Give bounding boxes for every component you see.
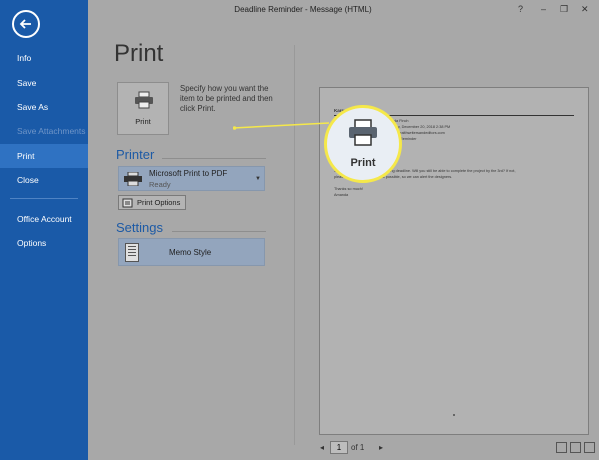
- nav-save-attachments: Save Attachments: [17, 126, 86, 136]
- prev-page-button[interactable]: ◂: [320, 443, 324, 452]
- print-options-label: Print Options: [137, 198, 181, 207]
- actual-size-icon[interactable]: [556, 442, 567, 453]
- print-options-button[interactable]: Print Options: [118, 195, 186, 210]
- next-page-button[interactable]: ▸: [379, 443, 383, 452]
- page-number-input[interactable]: 1: [330, 441, 348, 454]
- page-title: Print: [114, 40, 164, 67]
- print-options-icon: [122, 198, 133, 208]
- printer-icon: [349, 119, 377, 146]
- back-arrow-icon: [19, 19, 31, 29]
- chevron-down-icon: ▼: [255, 176, 261, 182]
- nav-save-as[interactable]: Save As: [0, 95, 88, 119]
- print-callout: Print: [324, 105, 402, 183]
- memo-style-icon: [125, 243, 139, 262]
- nav-office-account[interactable]: Office Account: [0, 207, 88, 231]
- minimize-button[interactable]: –: [541, 4, 546, 14]
- nav-close[interactable]: Close: [0, 168, 88, 192]
- printer-heading-rule: [162, 158, 266, 159]
- nav-save[interactable]: Save: [0, 71, 88, 95]
- printer-icon: [135, 91, 153, 109]
- memo-style-label: Memo Style: [169, 248, 212, 257]
- multiple-pages-icon[interactable]: [584, 442, 595, 453]
- help-button[interactable]: ?: [518, 4, 523, 14]
- window-title: Deadline Reminder - Message (HTML): [234, 5, 372, 14]
- settings-heading-rule: [172, 231, 266, 232]
- callout-pointer: [233, 122, 329, 130]
- memo-style-dropdown[interactable]: Memo Style: [118, 238, 265, 266]
- print-button-label: Print: [135, 117, 151, 126]
- print-button[interactable]: Print: [117, 82, 169, 135]
- settings-heading: Settings: [116, 220, 163, 235]
- print-backstage: Deadline Reminder - Message (HTML) ? – ❐…: [88, 0, 599, 460]
- callout-label: Print: [350, 157, 376, 169]
- title-bar: Deadline Reminder - Message (HTML) ? – ❐…: [88, 0, 599, 22]
- preview-body-line: Thanks so much!: [334, 187, 363, 191]
- printer-name: Microsoft Print to PDF: [149, 169, 228, 178]
- back-button[interactable]: [12, 10, 40, 38]
- sidebar-divider: [10, 198, 78, 199]
- nav-info[interactable]: Info: [0, 46, 88, 70]
- printer-dropdown[interactable]: Microsoft Print to PDF Ready ▼: [118, 166, 265, 191]
- page-count: of 1: [351, 443, 365, 452]
- page-marker: [453, 414, 455, 416]
- printer-status: Ready: [149, 180, 171, 189]
- restore-button[interactable]: ❐: [560, 4, 568, 15]
- preview-body-line: Amanda: [334, 193, 349, 197]
- print-description: Specify how you want the item to be prin…: [180, 84, 273, 113]
- printer-heading: Printer: [116, 147, 155, 162]
- nav-print[interactable]: Print: [0, 144, 88, 168]
- backstage-sidebar: Info Save Save As Save Attachments Print…: [0, 0, 88, 460]
- printer-icon: [124, 172, 142, 186]
- close-window-button[interactable]: ✕: [581, 4, 589, 15]
- nav-options[interactable]: Options: [0, 231, 88, 255]
- pane-divider: [294, 45, 295, 445]
- zoom-icon[interactable]: [570, 442, 581, 453]
